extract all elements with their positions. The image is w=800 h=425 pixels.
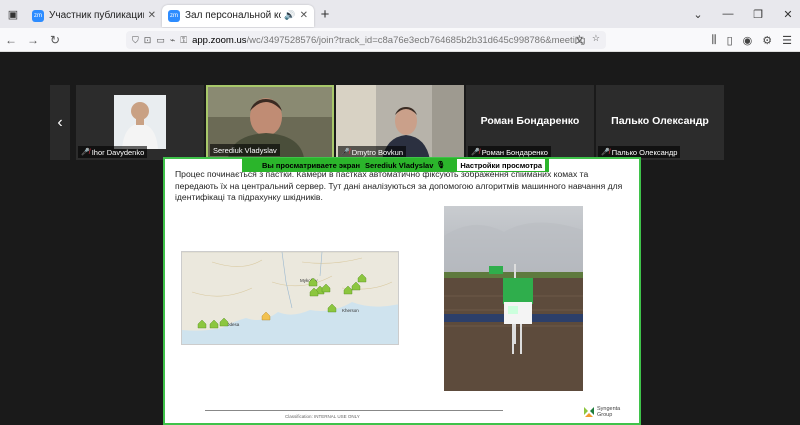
map-label-kherson: Kherson [342, 308, 359, 313]
participant-tile[interactable]: Палько Олександр 🎤̸ Палько Олександр [596, 85, 724, 160]
translate-icon[interactable]: 文 [575, 33, 584, 46]
chevron-down-icon[interactable]: ⌄ [692, 8, 704, 21]
permissions-icon[interactable]: ⊡ [144, 35, 152, 46]
speaker-icon[interactable]: 🔊 [284, 10, 295, 21]
participant-name: Роман Бондаренко [481, 147, 548, 157]
participant-tile[interactable]: Роман Бондаренко 🎤̸ Роман Бондаренко [466, 85, 594, 160]
shield-icon[interactable]: ⛉ [132, 35, 139, 46]
zoom-meeting-view: ‹ 🎤̸ Ihor Davydenko Serediuk Vladyslav 🎤… [0, 53, 800, 425]
participant-nameplate: Serediuk Vladyslav [210, 144, 280, 156]
tab-title: Зал персональной конфе [185, 10, 282, 21]
extensions-icon[interactable]: ⚙ [762, 34, 772, 47]
microphone-icon[interactable]: ⌁ [170, 35, 175, 46]
tab-meeting[interactable]: zm Зал персональной конфе 🔊 ✕ [162, 4, 314, 27]
restore-icon[interactable]: ❐ [752, 8, 764, 21]
browser-nav-bar: ← → ↻ ⛉ ⊡ ▭ ⌁ ⚿ app.zoom.us/wc/349752857… [0, 28, 800, 52]
participant-display-name: Роман Бондаренко [480, 115, 580, 127]
minimize-icon[interactable]: — [722, 8, 734, 20]
trap-photo-graphic [444, 206, 583, 391]
account-icon[interactable]: ◉ [743, 34, 753, 47]
muted-mic-icon: 🎤̸ [471, 149, 480, 156]
address-bar[interactable]: ⛉ ⊡ ▭ ⌁ ⚿ app.zoom.us/wc/3497528576/join… [126, 31, 606, 49]
share-banner-presenter: Serediuk Vladyslav [365, 160, 434, 170]
tab-participant[interactable]: zm Участник публикации - Zoom ✕ [26, 5, 162, 27]
browser-toolbar: ⫼ ▯ ◉ ⚙ ☰ [712, 28, 792, 52]
sidebar-icon[interactable]: ▯ [727, 34, 733, 47]
slide-text: Процес починається з пастки. Камери в па… [175, 169, 623, 202]
share-banner: Вы просматриваете экран Serediuk Vladysl… [242, 158, 549, 172]
muted-mic-icon: 🎤̸ [601, 149, 610, 156]
participant-name: Serediuk Vladyslav [213, 145, 277, 155]
zoom-icon: zm [32, 9, 44, 22]
participant-name: Dmytro Bovkun [351, 147, 403, 157]
slide-map: Mykolaiv Kherson Odesa [181, 251, 399, 345]
window-controls: ⌄ — ❐ ✕ [692, 0, 794, 28]
participant-tile-active[interactable]: Serediuk Vladyslav [206, 85, 334, 160]
browser-tab-bar: ▣ zm Участник публикации - Zoom ✕ zm Зал… [0, 0, 800, 28]
participant-name: Палько Олександр [611, 147, 678, 157]
tab-overview-icon[interactable]: ▣ [0, 0, 26, 28]
footer-line [205, 410, 503, 411]
camera-icon[interactable]: ▭ [156, 35, 165, 46]
close-icon[interactable]: ✕ [148, 10, 156, 21]
participant-strip: ‹ 🎤̸ Ihor Davydenko Serediuk Vladyslav 🎤… [0, 85, 800, 160]
share-banner-prefix: Вы просматриваете экран [262, 160, 361, 170]
key-icon[interactable]: ⚿ [180, 35, 187, 46]
menu-icon[interactable]: ☰ [782, 34, 792, 47]
syngenta-logo: Syngenta Group [583, 406, 620, 418]
participant-tile[interactable]: 🎤̸ Ihor Davydenko [76, 85, 204, 160]
muted-mic-icon: 🎤̸ [341, 149, 350, 156]
url-path: /wc/3497528576/join?track_id=c8a76e3ecb7… [246, 34, 586, 46]
classification-label: Classification: INTERNAL USE ONLY [285, 414, 360, 419]
chevron-left-icon[interactable]: ‹ [50, 85, 70, 160]
close-icon[interactable]: ✕ [300, 10, 308, 21]
new-tab-button[interactable]: + [314, 6, 336, 23]
view-settings-button[interactable]: Настройки просмотра [457, 159, 545, 171]
syngenta-logo-icon [584, 407, 594, 417]
reload-icon[interactable]: ↻ [44, 28, 66, 52]
muted-mic-icon: 🎤̸ [81, 149, 90, 156]
participant-nameplate: 🎤̸ Ihor Davydenko [78, 146, 148, 158]
library-icon[interactable]: ⫼ [712, 34, 717, 47]
forward-icon[interactable]: → [22, 28, 44, 52]
participant-name: Ihor Davydenko [91, 147, 145, 157]
back-icon[interactable]: ← [0, 28, 22, 52]
tab-title: Участник публикации - Zoom [49, 10, 144, 21]
participant-display-name: Палько Олександр [611, 115, 709, 127]
map-graphic: Mykolaiv Kherson Odesa [182, 252, 398, 344]
shared-screen[interactable]: Процес починається з пастки. Камери в па… [163, 157, 641, 425]
bookmark-star-icon[interactable]: ☆ [592, 33, 600, 46]
zoom-icon: zm [168, 9, 180, 22]
close-window-icon[interactable]: ✕ [782, 8, 794, 21]
participant-tile[interactable]: 🎤̸ Dmytro Bovkun [336, 85, 464, 160]
logo-text-line: Group [597, 412, 613, 418]
url-host: app.zoom.us [192, 34, 247, 46]
presenter-mic-icon: 🎙 [436, 162, 446, 169]
slide-photo [444, 206, 583, 391]
